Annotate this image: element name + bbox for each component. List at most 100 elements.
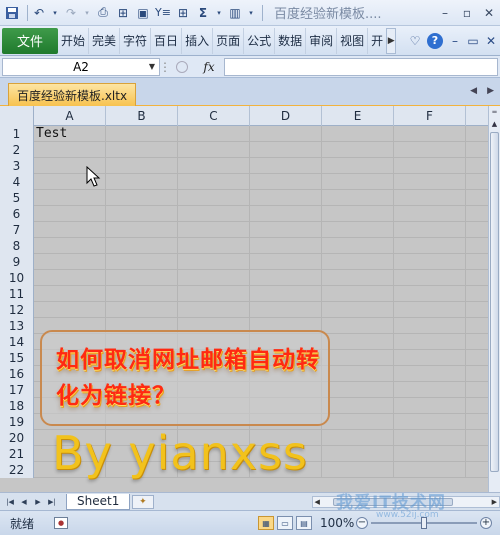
first-sheet-icon[interactable]: |◀ [4,496,16,508]
row-header-22[interactable]: 22 [0,462,34,478]
cell-b4[interactable] [106,174,178,190]
document-tab[interactable]: 百度经验新模板.xltx [8,83,137,106]
cell-b11[interactable] [106,286,178,302]
cell-e20[interactable] [322,430,394,446]
workbook-restore-button[interactable]: ▭ [464,31,482,51]
cell-e16[interactable] [322,366,394,382]
cell-f8[interactable] [394,238,466,254]
cell-e10[interactable] [322,270,394,286]
tab-view[interactable]: 视图 [337,27,369,54]
cell-d6[interactable] [250,206,322,222]
cell-a11[interactable] [34,286,106,302]
camera-icon[interactable]: ▣ [135,5,151,21]
ribbon-scroll-right-icon[interactable]: ▶ [386,27,397,54]
cell-f15[interactable] [394,350,466,366]
row-header-21[interactable]: 21 [0,446,34,462]
cell-f21[interactable] [394,446,466,462]
column-header-b[interactable]: B [106,106,178,126]
cell-f1[interactable] [394,126,466,142]
cell-d8[interactable] [250,238,322,254]
tab-data[interactable]: 数据 [275,27,307,54]
cell-e22[interactable] [322,462,394,478]
cell-f7[interactable] [394,222,466,238]
cell-f18[interactable] [394,398,466,414]
row-header-5[interactable]: 5 [0,190,34,206]
cell-b8[interactable] [106,238,178,254]
formula-bar-splitter[interactable]: ⋮ [159,60,171,74]
minimize-button[interactable]: – [434,4,456,22]
cell-f2[interactable] [394,142,466,158]
cell-b9[interactable] [106,254,178,270]
cell-a2[interactable] [34,142,106,158]
cell-a9[interactable] [34,254,106,270]
cell-c1[interactable] [178,126,250,142]
row-header-10[interactable]: 10 [0,270,34,286]
tab-wanmei[interactable]: 完美 [89,27,121,54]
zoom-in-icon[interactable]: + [480,517,492,529]
row-header-15[interactable]: 15 [0,350,34,366]
row-header-6[interactable]: 6 [0,206,34,222]
scroll-split-icon[interactable]: ═ [489,106,500,118]
cell-e5[interactable] [322,190,394,206]
tab-scroll-right-icon[interactable]: ▶ [487,86,494,96]
cell-f14[interactable] [394,334,466,350]
cell-b3[interactable] [106,158,178,174]
zoom-out-icon[interactable]: − [356,517,368,529]
cell-e15[interactable] [322,350,394,366]
cell-f19[interactable] [394,414,466,430]
cell-e19[interactable] [322,414,394,430]
page-break-view-icon[interactable]: ▤ [296,516,312,530]
cell-d10[interactable] [250,270,322,286]
cell-f6[interactable] [394,206,466,222]
cell-b7[interactable] [106,222,178,238]
select-all-corner[interactable] [0,106,34,126]
cell-b5[interactable] [106,190,178,206]
row-header-18[interactable]: 18 [0,398,34,414]
macro-record-icon[interactable]: ● [54,517,68,529]
row-header-1[interactable]: 1 [0,126,34,142]
tab-characters[interactable]: 字符 [120,27,152,54]
cell-c11[interactable] [178,286,250,302]
workbook-minimize-button[interactable]: – [446,31,464,51]
name-box-dropdown-icon[interactable]: ▼ [149,62,155,71]
cell-b12[interactable] [106,302,178,318]
cell-e4[interactable] [322,174,394,190]
cell-c4[interactable] [178,174,250,190]
normal-view-icon[interactable]: ▦ [258,516,274,530]
borders-icon[interactable]: ⊞ [175,5,191,21]
cell-c6[interactable] [178,206,250,222]
ribbon-expand-icon[interactable]: ♡ [406,31,424,51]
last-sheet-icon[interactable]: ▶| [46,496,58,508]
restore-button[interactable]: ▫ [456,4,478,22]
cell-a6[interactable] [34,206,106,222]
cell-a1[interactable]: Test [34,126,106,142]
cell-d2[interactable] [250,142,322,158]
cell-e21[interactable] [322,446,394,462]
sheet-tab-sheet1[interactable]: Sheet1 [66,493,131,510]
tab-developer[interactable]: 开 [368,28,386,54]
cell-c9[interactable] [178,254,250,270]
column-header-d[interactable]: D [250,106,322,126]
tab-review[interactable]: 审阅 [306,27,338,54]
row-header-7[interactable]: 7 [0,222,34,238]
cell-c7[interactable] [178,222,250,238]
sum-icon[interactable]: Σ [195,5,211,21]
cell-d3[interactable] [250,158,322,174]
cell-d9[interactable] [250,254,322,270]
undo-dropdown-icon[interactable]: ▾ [51,5,59,21]
tab-home[interactable]: 开始 [58,27,90,54]
scroll-left-icon[interactable]: ◀ [315,498,320,506]
cell-a8[interactable] [34,238,106,254]
cell-f10[interactable] [394,270,466,286]
cell-b10[interactable] [106,270,178,286]
cell-a7[interactable] [34,222,106,238]
row-header-2[interactable]: 2 [0,142,34,158]
cell-f17[interactable] [394,382,466,398]
cell-d11[interactable] [250,286,322,302]
cell-b2[interactable] [106,142,178,158]
print-preview-icon[interactable]: ⎙ [95,5,111,21]
scroll-right-icon[interactable]: ▶ [492,498,497,506]
insert-function-button[interactable]: fx [194,60,224,74]
tab-baidu[interactable]: 百日 [151,27,183,54]
formula-input[interactable] [224,57,498,76]
